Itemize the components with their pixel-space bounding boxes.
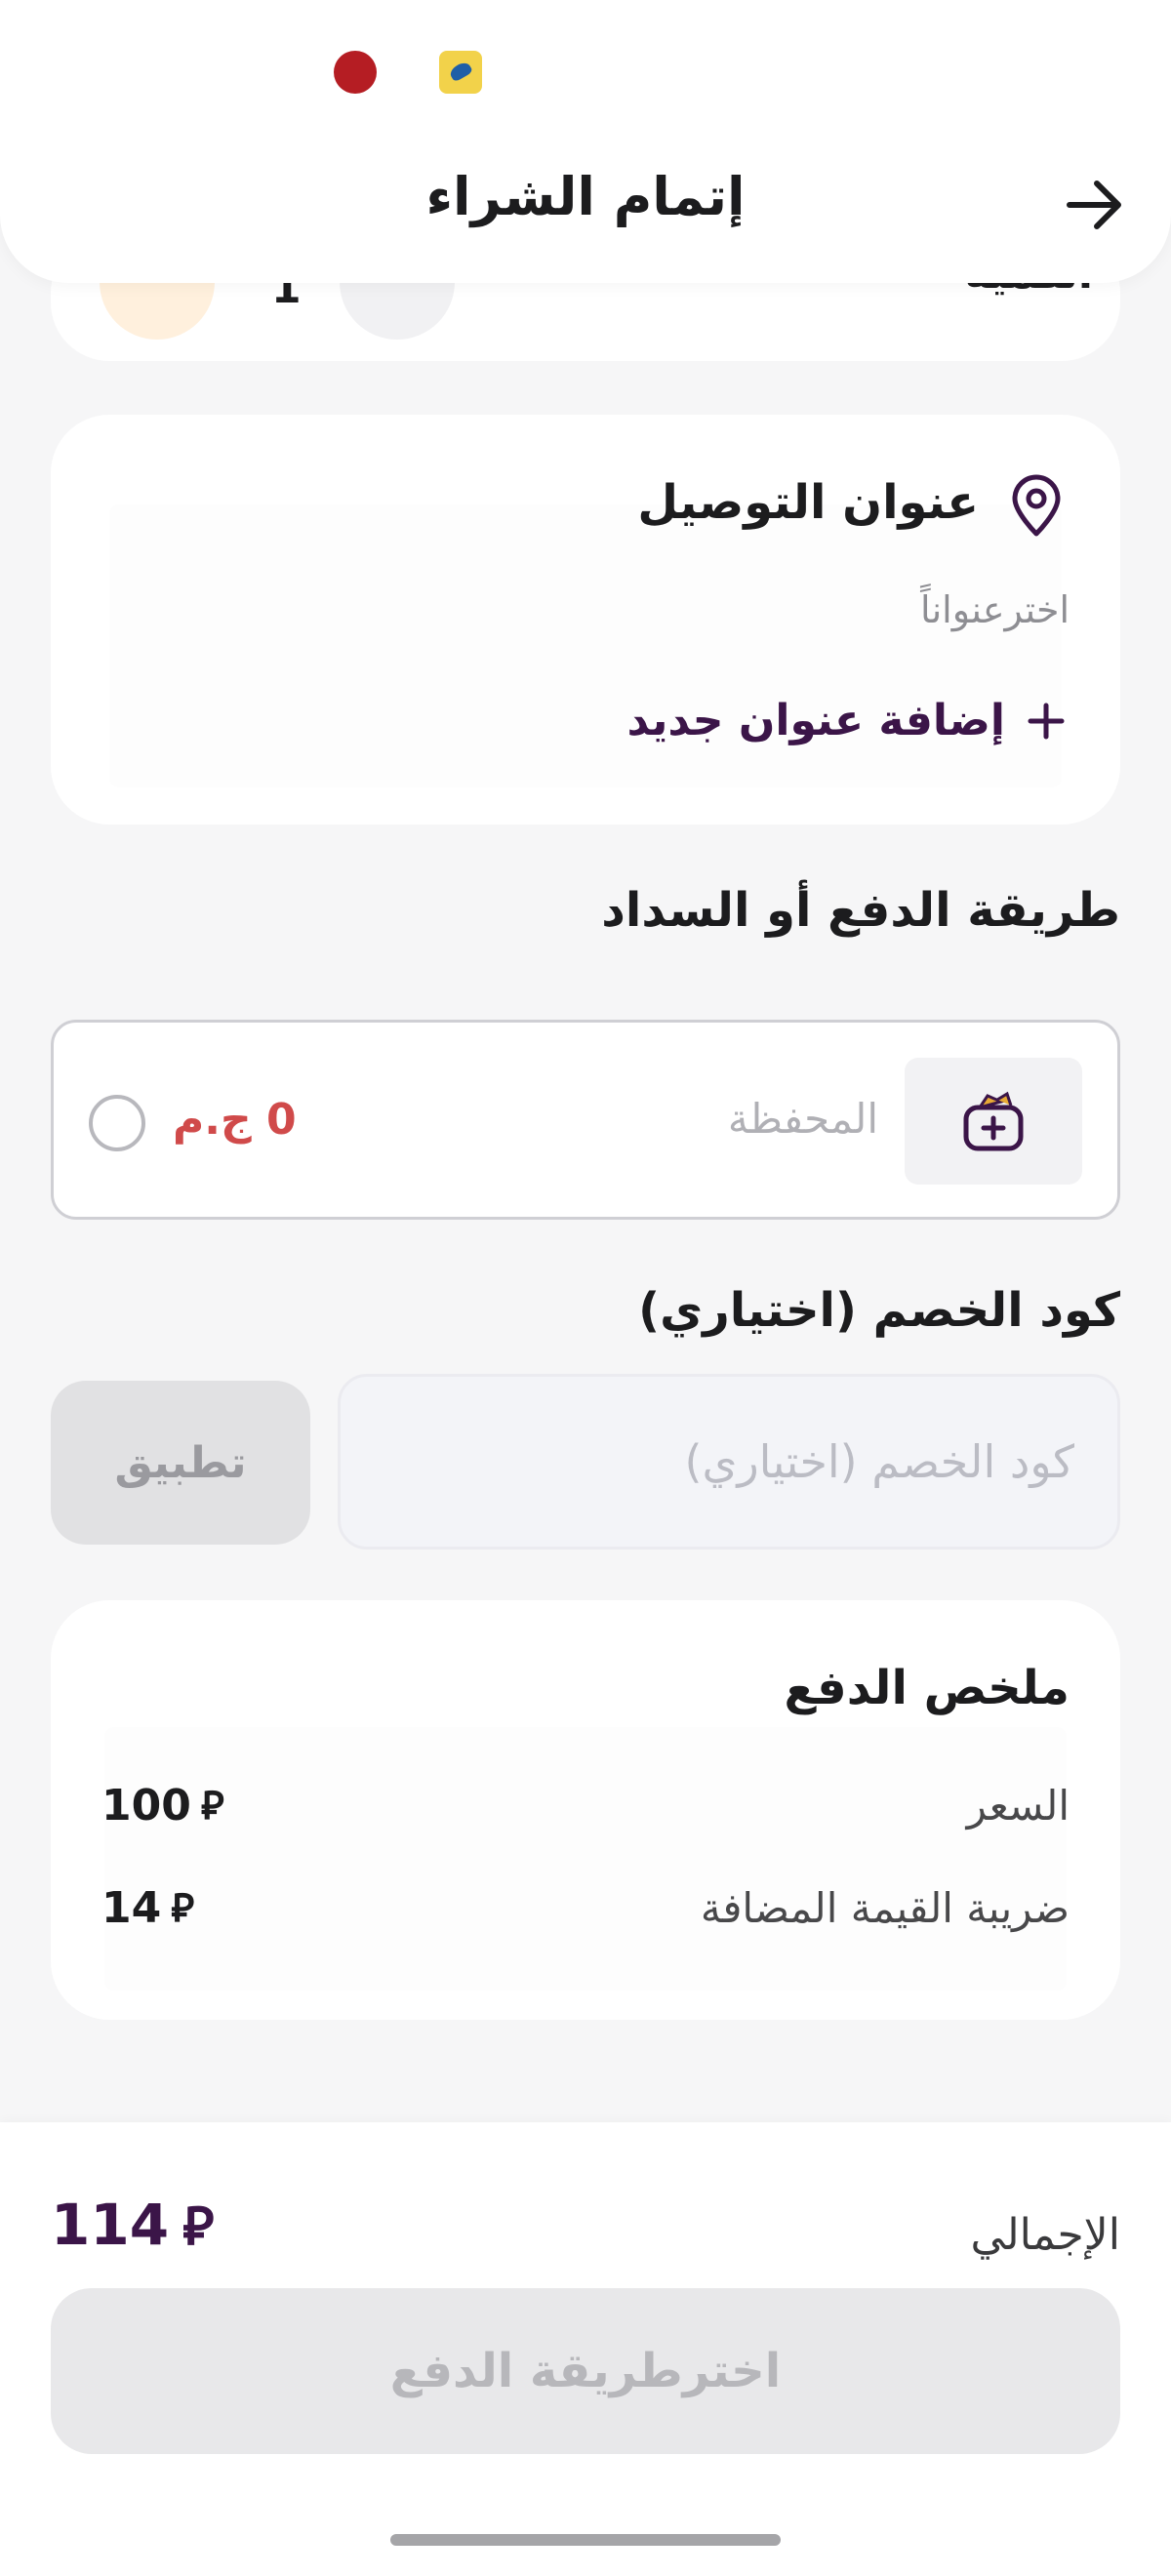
total-label: الإجمالي <box>970 2210 1120 2260</box>
wallet-icon-container <box>905 1058 1082 1185</box>
wallet-radio[interactable] <box>89 1095 145 1151</box>
total-value: 114 ⃁ <box>51 2191 214 2259</box>
price-label: السعر <box>966 1781 1070 1830</box>
currency-icon: ⃁ <box>200 1784 224 1829</box>
add-address-label: إضافة عنوان جديد <box>626 696 1005 745</box>
payment-method-title: طريقة الدفع أو السداد <box>601 883 1120 938</box>
arrow-right-icon <box>1067 181 1121 229</box>
payment-summary-card: ملخص الدفع السعر 100 ⃁ ضريبة القيمة المض… <box>51 1600 1120 2020</box>
wallet-balance: 0 ج.م <box>173 1095 297 1145</box>
vat-value: 14 ⃁ <box>101 1882 194 1933</box>
choose-payment-button[interactable]: اخترطريقة الدفع <box>51 2288 1120 2454</box>
app-notification-icon <box>334 51 377 94</box>
wallet-icon <box>963 1091 1024 1151</box>
apply-promo-button[interactable]: تطبيق <box>51 1381 310 1545</box>
wallet-payment-option[interactable]: المحفظة 0 ج.م <box>51 1020 1120 1220</box>
status-bar <box>0 0 1171 146</box>
plus-icon <box>1028 703 1065 739</box>
currency-icon: ⃁ <box>182 2195 215 2257</box>
header: إتمام الشراء <box>0 0 1171 283</box>
page-title: إتمام الشراء <box>425 166 746 227</box>
wallet-label: المحفظة <box>727 1095 878 1143</box>
location-pin-icon <box>1003 473 1070 540</box>
price-amount: 100 <box>101 1780 191 1831</box>
vat-label: ضريبة القيمة المضافة <box>700 1883 1070 1932</box>
home-indicator <box>390 2534 781 2546</box>
summary-row-price: السعر 100 ⃁ <box>101 1776 1070 1834</box>
price-value: 100 ⃁ <box>101 1780 224 1831</box>
total-amount: 114 <box>51 2192 170 2258</box>
promo-code-input[interactable] <box>338 1374 1120 1550</box>
summary-rows <box>104 1727 1067 1991</box>
add-address-button[interactable]: إضافة عنوان جديد <box>626 696 1070 745</box>
vat-amount: 14 <box>101 1882 162 1933</box>
currency-icon: ⃁ <box>171 1886 194 1931</box>
app-notification-icon <box>439 51 482 94</box>
summary-row-vat: ضريبة القيمة المضافة 14 ⃁ <box>101 1878 1070 1937</box>
promo-code-title: كود الخصم (اختياري) <box>638 1283 1120 1338</box>
summary-title: ملخص الدفع <box>784 1661 1070 1715</box>
address-title: عنوان التوصيل <box>637 475 979 530</box>
back-button[interactable] <box>1056 166 1134 244</box>
address-select-placeholder[interactable]: اخترعنواناً <box>920 588 1070 631</box>
checkout-bottom-bar: الإجمالي 114 ⃁ اخترطريقة الدفع <box>0 2122 1171 2576</box>
delivery-address-card: عنوان التوصيل اخترعنواناً إضافة عنوان جد… <box>51 415 1120 825</box>
